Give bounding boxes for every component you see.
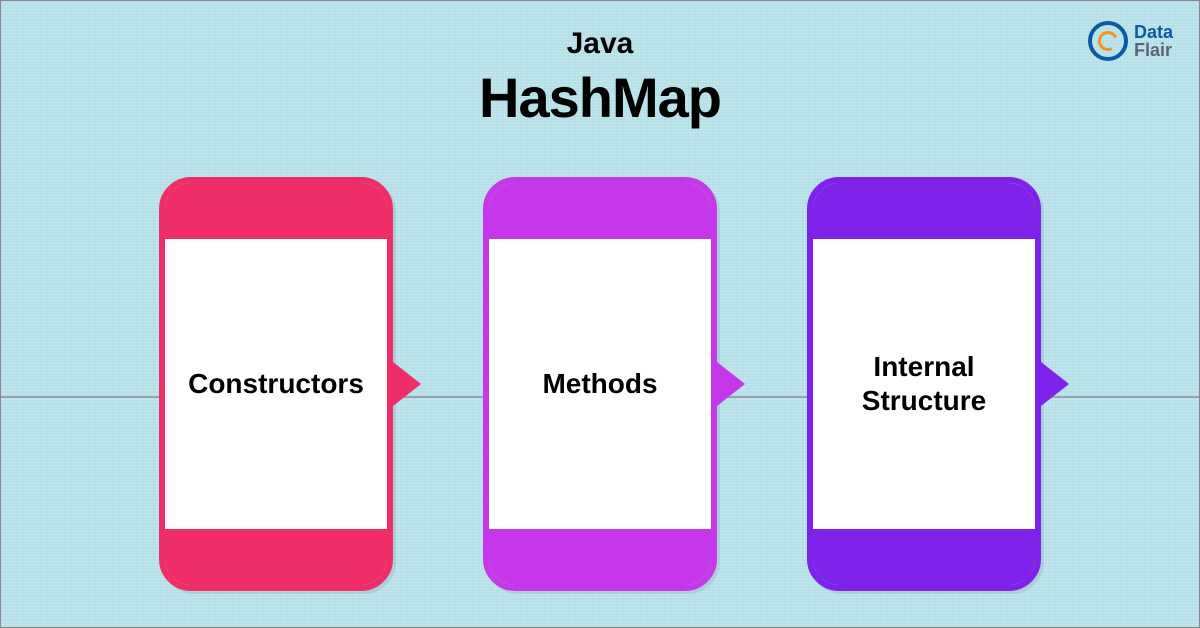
page-subtitle: Java [1, 27, 1199, 61]
card-center: Internal Structure [813, 239, 1035, 529]
card-label: Constructors [188, 367, 364, 401]
card-constructors: Constructors [159, 177, 393, 591]
heading-block: Java HashMap [1, 1, 1199, 130]
card-cap-bottom [489, 529, 711, 585]
logo-line2: Flair [1134, 41, 1173, 59]
arrow-right-icon [717, 362, 745, 406]
card-body: Methods [483, 177, 717, 591]
card-cap-bottom [813, 529, 1035, 585]
card-label: Methods [542, 367, 657, 401]
card-label: Internal Structure [829, 350, 1019, 417]
logo-text: Data Flair [1134, 23, 1173, 59]
card-methods: Methods [483, 177, 717, 591]
card-internal-structure: Internal Structure [807, 177, 1041, 591]
card-center: Methods [489, 239, 711, 529]
brand-logo: Data Flair [1088, 21, 1173, 61]
card-cap-top [165, 183, 387, 239]
card-cap-top [813, 183, 1035, 239]
logo-line1: Data [1134, 23, 1173, 41]
card-cap-bottom [165, 529, 387, 585]
logo-mark-icon [1088, 21, 1128, 61]
card-cap-top [489, 183, 711, 239]
card-row: Constructors Methods Internal Structure [1, 177, 1199, 591]
card-body: Internal Structure [807, 177, 1041, 591]
arrow-right-icon [393, 362, 421, 406]
page-title: HashMap [1, 65, 1199, 130]
card-center: Constructors [165, 239, 387, 529]
arrow-right-icon [1041, 362, 1069, 406]
card-body: Constructors [159, 177, 393, 591]
